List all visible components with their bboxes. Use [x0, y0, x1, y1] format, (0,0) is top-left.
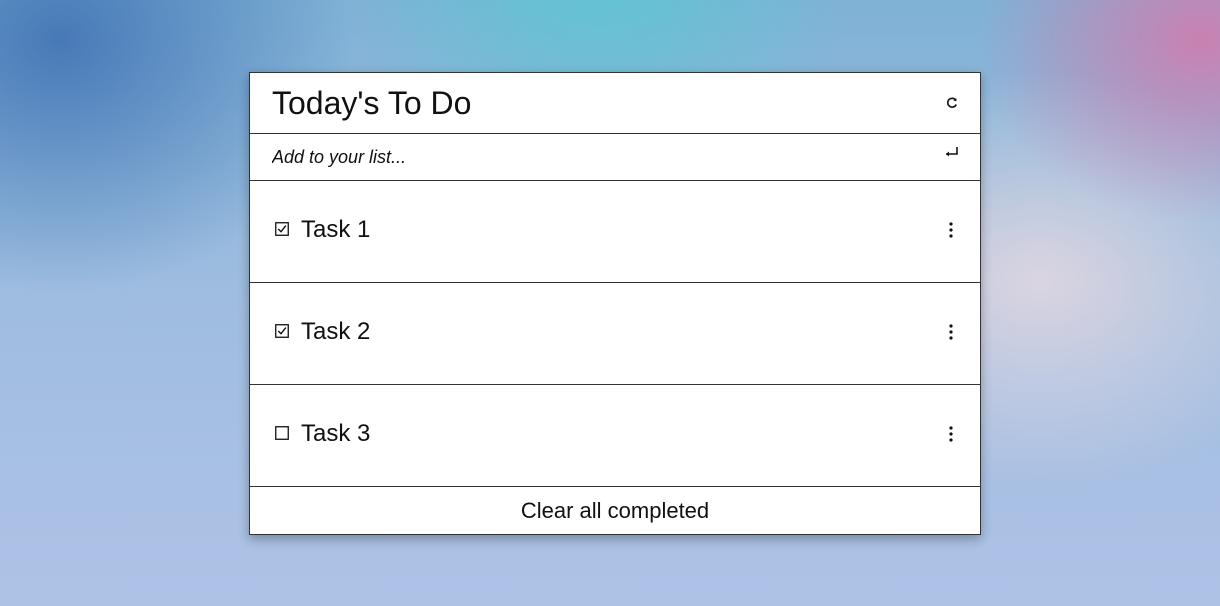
add-task-input[interactable] [272, 145, 912, 169]
more-vertical-icon[interactable] [948, 323, 954, 341]
enter-return-icon[interactable] [944, 145, 960, 161]
task-label[interactable]: Task 2 [301, 318, 370, 346]
checkbox-checked-icon[interactable] [275, 222, 289, 236]
task-item: Task 3 [250, 385, 980, 487]
task-label[interactable]: Task 1 [301, 216, 370, 244]
refresh-icon[interactable] [946, 97, 958, 109]
todo-card: Today's To Do Task 1 Task 2 [249, 72, 981, 535]
add-task-row [250, 134, 980, 181]
more-vertical-icon[interactable] [948, 425, 954, 443]
todo-header: Today's To Do [250, 73, 980, 134]
task-item: Task 1 [250, 181, 980, 283]
checkbox-checked-icon[interactable] [275, 324, 289, 338]
page-title: Today's To Do [272, 85, 472, 121]
more-vertical-icon[interactable] [948, 221, 954, 239]
checkbox-unchecked-icon[interactable] [275, 426, 289, 440]
task-label[interactable]: Task 3 [301, 420, 370, 448]
task-item: Task 2 [250, 283, 980, 385]
clear-completed-button[interactable]: Clear all completed [250, 487, 980, 534]
